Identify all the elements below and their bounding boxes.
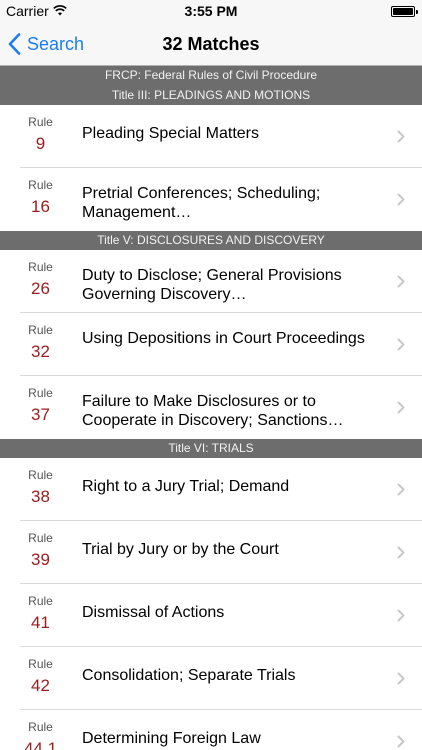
chevron-right-icon [397,401,405,414]
rule-number: 39 [31,550,50,569]
rule-label: Rule [28,260,53,274]
rule-title: Determining Foreign Law [82,730,261,747]
list-item[interactable]: Rule 41 Dismissal of Actions [0,584,422,647]
rule-label: Rule [28,115,53,129]
rule-label: Rule [28,178,53,192]
section-header: Title III: PLEADINGS AND MOTIONS [0,85,422,105]
chevron-right-icon [397,338,405,351]
rule-label: Rule [28,657,53,671]
rule-title: Pleading Special Matters [82,125,259,142]
chevron-right-icon [397,609,405,622]
code-header: FRCP: Federal Rules of Civil Procedure [0,66,422,85]
rule-label: Rule [28,468,53,482]
chevron-right-icon [397,193,405,206]
list-item[interactable]: Rule 37 Failure to Make Disclosures or to … [0,376,422,439]
navigation-bar: Search 32 Matches [0,22,422,66]
list-item[interactable]: Rule 42 Consolidation; Separate Trials [0,647,422,710]
section-header: Title VI: TRIALS [0,439,422,458]
chevron-right-icon [397,546,405,559]
chevron-right-icon [397,275,405,288]
rule-number: 41 [31,613,50,632]
rule-title: Pretrial Conferences; Scheduling; Manage… [82,185,321,221]
rule-label: Rule [28,531,53,545]
page-title: 32 Matches [162,34,260,54]
list-item[interactable]: Rule 44.1 Determining Foreign Law [0,710,422,750]
status-bar: Carrier 3:55 PM [0,0,422,22]
list-item[interactable]: Rule 32 Using Depositions in Court Proceed… [0,313,422,376]
rule-number: 44.1 [23,739,58,750]
rule-title: Duty to Disclose; General Provisions Gov… [82,267,342,303]
rule-title: Right to a Jury Trial; Demand [82,478,290,495]
rule-number: 9 [35,134,46,153]
list-item[interactable]: Rule 26 Duty to Disclose; General Provisio… [0,250,422,313]
rule-title: Consolidation; Separate Trials [82,667,296,684]
section-title: Title VI: TRIALS [168,441,254,455]
rule-number: 42 [31,676,50,695]
list-item[interactable]: Rule 9 Pleading Special Matters [0,105,422,168]
rule-title: Using Depositions in Court Proceedings [82,330,365,347]
results-list: FRCP: Federal Rules of Civil Procedure T… [0,66,422,750]
section-title: Title III: PLEADINGS AND MOTIONS [111,88,311,102]
rule-title: Dismissal of Actions [82,604,225,621]
battery-icon [391,6,418,17]
rule-number: 26 [31,279,50,298]
chevron-right-icon [397,735,405,748]
section-header: Title V: DISCLOSURES AND DISCOVERY [0,231,422,250]
list-item[interactable]: Rule 38 Right to a Jury Trial; Demand [0,458,422,521]
rule-number: 38 [31,487,50,506]
chevron-right-icon [397,483,405,496]
status-time: 3:55 PM [184,3,238,19]
rule-number: 16 [31,197,50,216]
rule-number: 37 [31,405,50,424]
battery-level [393,8,413,15]
section-title: Title V: DISCLOSURES AND DISCOVERY [97,233,325,247]
rule-label: Rule [28,323,53,337]
list-item[interactable]: Rule 16 Pretrial Conferences; Scheduling; … [0,168,422,231]
rule-label: Rule [28,594,53,608]
list-item[interactable]: Rule 39 Trial by Jury or by the Court [0,521,422,584]
rule-label: Rule [28,720,53,734]
sections-container: Title III: PLEADINGS AND MOTIONS Rule 9 Ple… [0,85,422,750]
rule-label: Rule [28,386,53,400]
rule-number: 32 [31,342,50,361]
chevron-right-icon [397,672,405,685]
rule-title: Failure to Make Disclosures or to Cooper… [82,393,344,429]
chevron-right-icon [397,130,405,143]
rule-title: Trial by Jury or by the Court [82,541,279,558]
